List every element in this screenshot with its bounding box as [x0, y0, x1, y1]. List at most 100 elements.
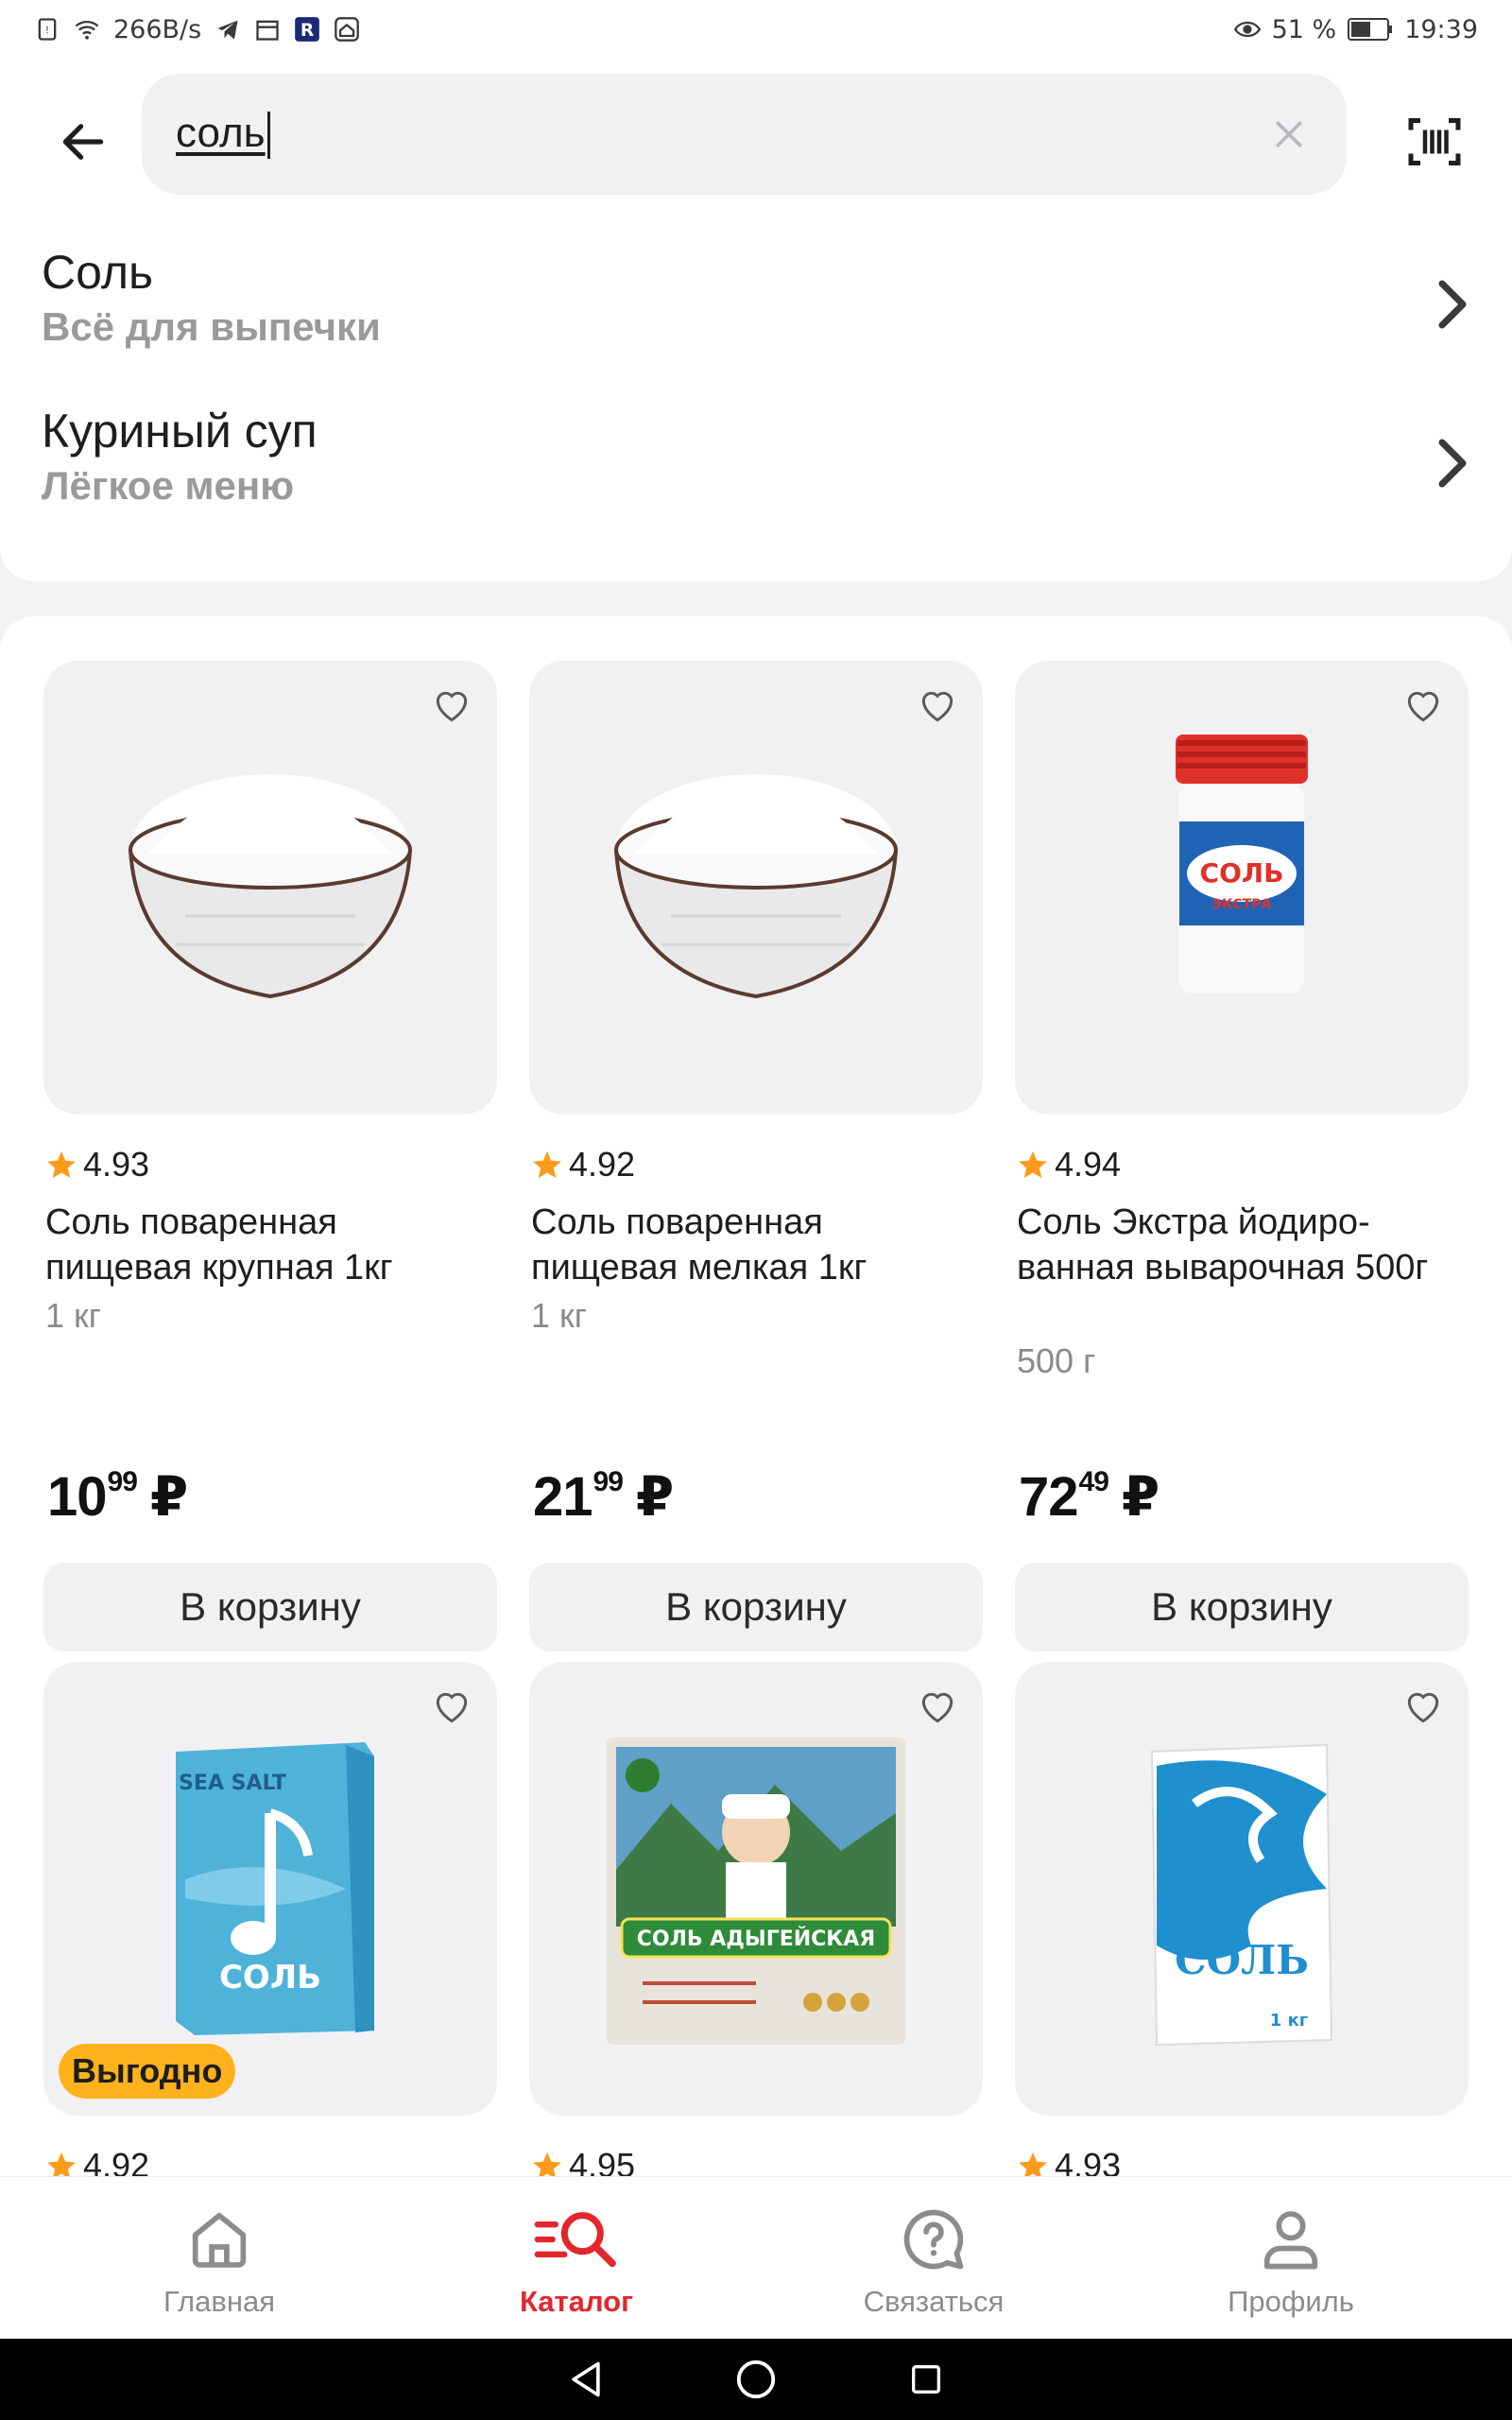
bottom-navigation: Главная Каталог Связаться Профиль: [0, 2176, 1512, 2339]
product-name[interactable]: Соль поваренная пищевая крупная 1кг: [45, 1200, 490, 1290]
add-to-cart-button[interactable]: В корзину: [1015, 1563, 1469, 1651]
star-icon: [47, 1150, 76, 1179]
heart-icon[interactable]: [917, 685, 958, 727]
price-integer: 72: [1019, 1466, 1079, 1528]
heart-icon[interactable]: [431, 1686, 472, 1728]
product-grid: 4.93 Соль поваренная пищевая крупная 1кг…: [0, 616, 1512, 2176]
add-to-cart-button[interactable]: В корзину: [43, 1563, 497, 1651]
nav-label: Связаться: [863, 2285, 1005, 2318]
barcode-scan-button[interactable]: [1399, 106, 1470, 178]
eye-comfort-icon: [1233, 21, 1261, 38]
star-icon: [1019, 1150, 1047, 1179]
add-to-cart-button[interactable]: В корзину: [529, 1563, 983, 1651]
rating-value: 4.92: [83, 2146, 150, 2176]
rating-value: 4.94: [1055, 1145, 1122, 1184]
suggestion-title: Куриный суп: [42, 405, 318, 458]
product-weight: 500 г: [1017, 1341, 1096, 1380]
star-icon: [47, 2152, 76, 2176]
product-price: 2199 ₽: [533, 1464, 674, 1529]
product-card[interactable]: СОЛЬ ЭКСТРА 4.94 Соль Экстра йодиро-ванн…: [1015, 661, 1469, 1651]
nav-label: Профиль: [1228, 2285, 1354, 2318]
product-rating: 4.93: [1017, 2146, 1121, 2176]
product-rating: 4.94: [1017, 1145, 1121, 1184]
triangle-back-icon: [572, 2361, 600, 2397]
nav-label: Главная: [163, 2285, 275, 2318]
star-icon: [533, 2152, 561, 2176]
salt-jar-image: СОЛЬ ЭКСТРА: [1176, 735, 1308, 994]
jar-sublabel: ЭКСТРА: [1212, 897, 1272, 912]
product-name[interactable]: Соль поваренная пищевая мелкая 1кг: [531, 1200, 975, 1290]
product-rating: 4.95: [531, 2146, 635, 2176]
system-recents-button[interactable]: [898, 2351, 954, 2408]
salt-carton-image: СОЛЬ 1 кг: [1150, 1743, 1333, 2047]
box-label: СОЛЬ: [219, 1959, 321, 1996]
home-icon: [192, 2212, 247, 2268]
product-rating: 4.92: [45, 2146, 149, 2176]
currency: ₽: [1121, 1466, 1160, 1528]
battery-percent: 51 %: [1271, 14, 1337, 44]
pack-label: СОЛЬ АДЫГЕЙСКАЯ: [637, 1927, 876, 1951]
search-field[interactable]: соль: [142, 74, 1347, 195]
nav-home[interactable]: Главная: [41, 2177, 398, 2339]
suggestion-item[interactable]: Куриный суп Лёгкое меню: [42, 403, 1478, 526]
rating-value: 4.92: [569, 1145, 636, 1184]
close-icon: [1276, 121, 1302, 147]
search-input[interactable]: соль: [176, 110, 1265, 159]
calendar-icon: [256, 20, 279, 41]
price-fraction: 99: [107, 1466, 138, 1497]
nav-profile[interactable]: Профиль: [1112, 2177, 1469, 2339]
home-app-icon: [335, 17, 360, 42]
heart-icon[interactable]: [1402, 685, 1444, 727]
product-price: 1099 ₽: [47, 1464, 188, 1529]
product-card[interactable]: 4.93 Соль поваренная пищевая крупная 1кг…: [43, 661, 497, 1651]
product-card[interactable]: 4.92 Соль поваренная пищевая мелкая 1кг …: [529, 661, 983, 1651]
product-image[interactable]: SEA SALT СОЛЬ Выгодно: [43, 1662, 497, 2116]
back-button[interactable]: [47, 106, 119, 178]
star-icon: [533, 1150, 561, 1179]
svg-text:!: !: [45, 26, 49, 37]
square-recents-icon: [912, 2365, 940, 2394]
catalog-search-icon: [534, 2212, 616, 2268]
heart-icon[interactable]: [917, 1686, 958, 1728]
product-card[interactable]: СОЛЬ 1 кг 4.93: [1015, 1662, 1469, 2176]
chevron-right-icon: [1438, 439, 1467, 488]
suggestion-category: Всё для выпечки: [42, 304, 381, 349]
system-home-button[interactable]: [728, 2351, 784, 2408]
suggestion-title: Соль: [42, 246, 154, 299]
star-icon: [1019, 2152, 1047, 2176]
heart-icon[interactable]: [1402, 1686, 1444, 1728]
suggestion-item[interactable]: Соль Всё для выпечки: [42, 244, 1478, 367]
clock: 19:39: [1404, 14, 1478, 44]
product-card[interactable]: СОЛЬ АДЫГЕЙСКАЯ 4.95: [529, 1662, 983, 2176]
barcode-scan-icon: [1408, 118, 1461, 165]
promo-badge: Выгодно: [59, 2044, 236, 2099]
product-image[interactable]: СОЛЬ 1 кг: [1015, 1662, 1469, 2116]
system-back-button[interactable]: [558, 2351, 614, 2408]
product-card[interactable]: SEA SALT СОЛЬ Выгодно 4.92: [43, 1662, 497, 2176]
product-image[interactable]: СОЛЬ АДЫГЕЙСКАЯ: [529, 1662, 983, 2116]
system-navigation-bar: [0, 2339, 1512, 2420]
product-image[interactable]: [43, 661, 497, 1115]
nav-catalog[interactable]: Каталог: [398, 2177, 755, 2339]
box-brand: SEA SALT: [179, 1772, 286, 1795]
sim-icon: !: [38, 18, 57, 41]
product-image[interactable]: [529, 661, 983, 1115]
arrow-left-icon: [62, 124, 104, 160]
product-image[interactable]: СОЛЬ ЭКСТРА: [1015, 661, 1469, 1115]
network-speed: 266B/s: [113, 14, 202, 44]
nav-contact[interactable]: Связаться: [755, 2177, 1112, 2339]
rating-value: 4.93: [83, 1145, 150, 1184]
suggestion-category: Лёгкое меню: [42, 463, 295, 508]
search-panel: соль Соль Всё для выпечки Куриный суп Лё…: [0, 59, 1512, 581]
clear-search-button[interactable]: [1265, 111, 1313, 158]
circle-home-icon: [736, 2360, 776, 2399]
salt-bowl-image: [614, 774, 898, 999]
wifi-icon: [75, 20, 99, 40]
battery-icon: [1348, 18, 1393, 41]
product-name[interactable]: Соль Экстра йодиро-ванная выварочная 500…: [1017, 1200, 1461, 1290]
heart-icon[interactable]: [431, 685, 472, 727]
nav-label: Каталог: [519, 2285, 634, 2318]
rating-value: 4.95: [569, 2146, 636, 2176]
currency: ₽: [149, 1466, 188, 1528]
product-rating: 4.92: [531, 1145, 635, 1184]
